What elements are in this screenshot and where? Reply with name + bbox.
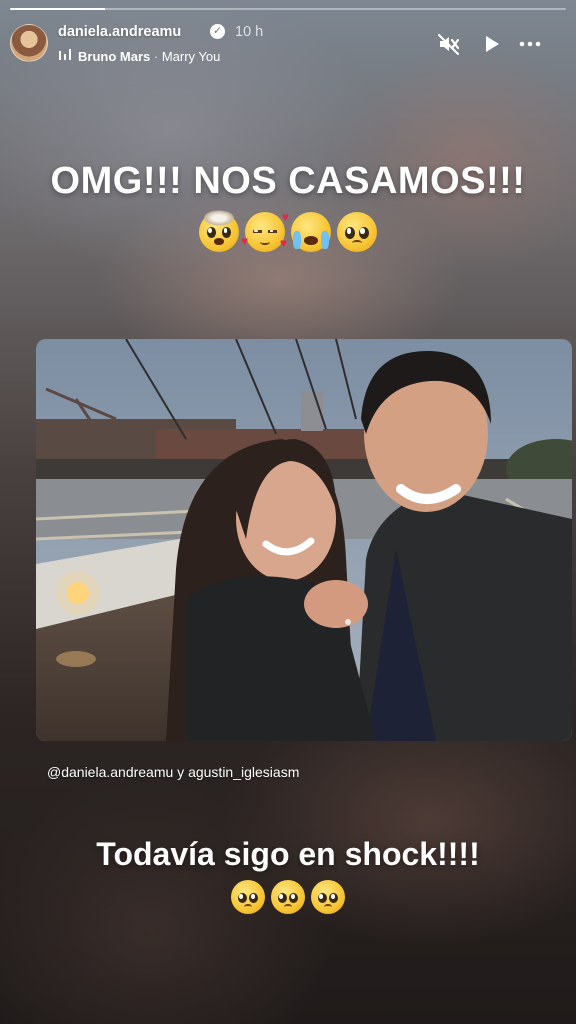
exploding-head-emoji-icon [199,209,239,252]
username[interactable]: daniela.andreamu [58,24,181,40]
pleading-face-emoji-icon [337,212,377,252]
more-options-icon[interactable] [518,32,542,56]
music-bars-icon [59,49,71,60]
music-attribution[interactable]: Bruno Mars · Marry You [78,49,220,64]
story-caption: Todavía sigo en shock!!!! [96,836,480,872]
smiling-face-with-hearts-emoji-icon: ♥ ♥ ♥ [241,210,289,252]
loudly-crying-face-emoji-icon [291,212,331,252]
story-headline: OMG!!! NOS CASAMOS!!! [50,160,526,202]
speaker-muted-icon[interactable] [437,32,461,56]
avatar[interactable] [10,24,48,62]
headline-emoji-row: ♥ ♥ ♥ [0,209,576,252]
music-artist: Bruno Mars [78,49,151,64]
story-progress-bar [10,8,566,10]
time-ago: 10 h [235,24,264,40]
engagement-photo [36,339,572,741]
mentions-text[interactable]: @daniela.andreamu y agustin_iglesiasm [47,764,299,780]
verified-badge-icon: ✓ [210,24,225,39]
music-separator: · [153,49,159,64]
pleading-face-emoji-icon [311,880,345,914]
story-progress-fill [10,8,105,10]
music-title: Marry You [161,49,221,64]
story-header: daniela.andreamu ✓ 10 h Bruno Mars · Mar… [10,18,566,68]
pleading-face-emoji-icon [271,880,305,914]
caption-emoji-row [0,880,576,914]
play-icon[interactable] [479,32,503,56]
pleading-face-emoji-icon [231,880,265,914]
